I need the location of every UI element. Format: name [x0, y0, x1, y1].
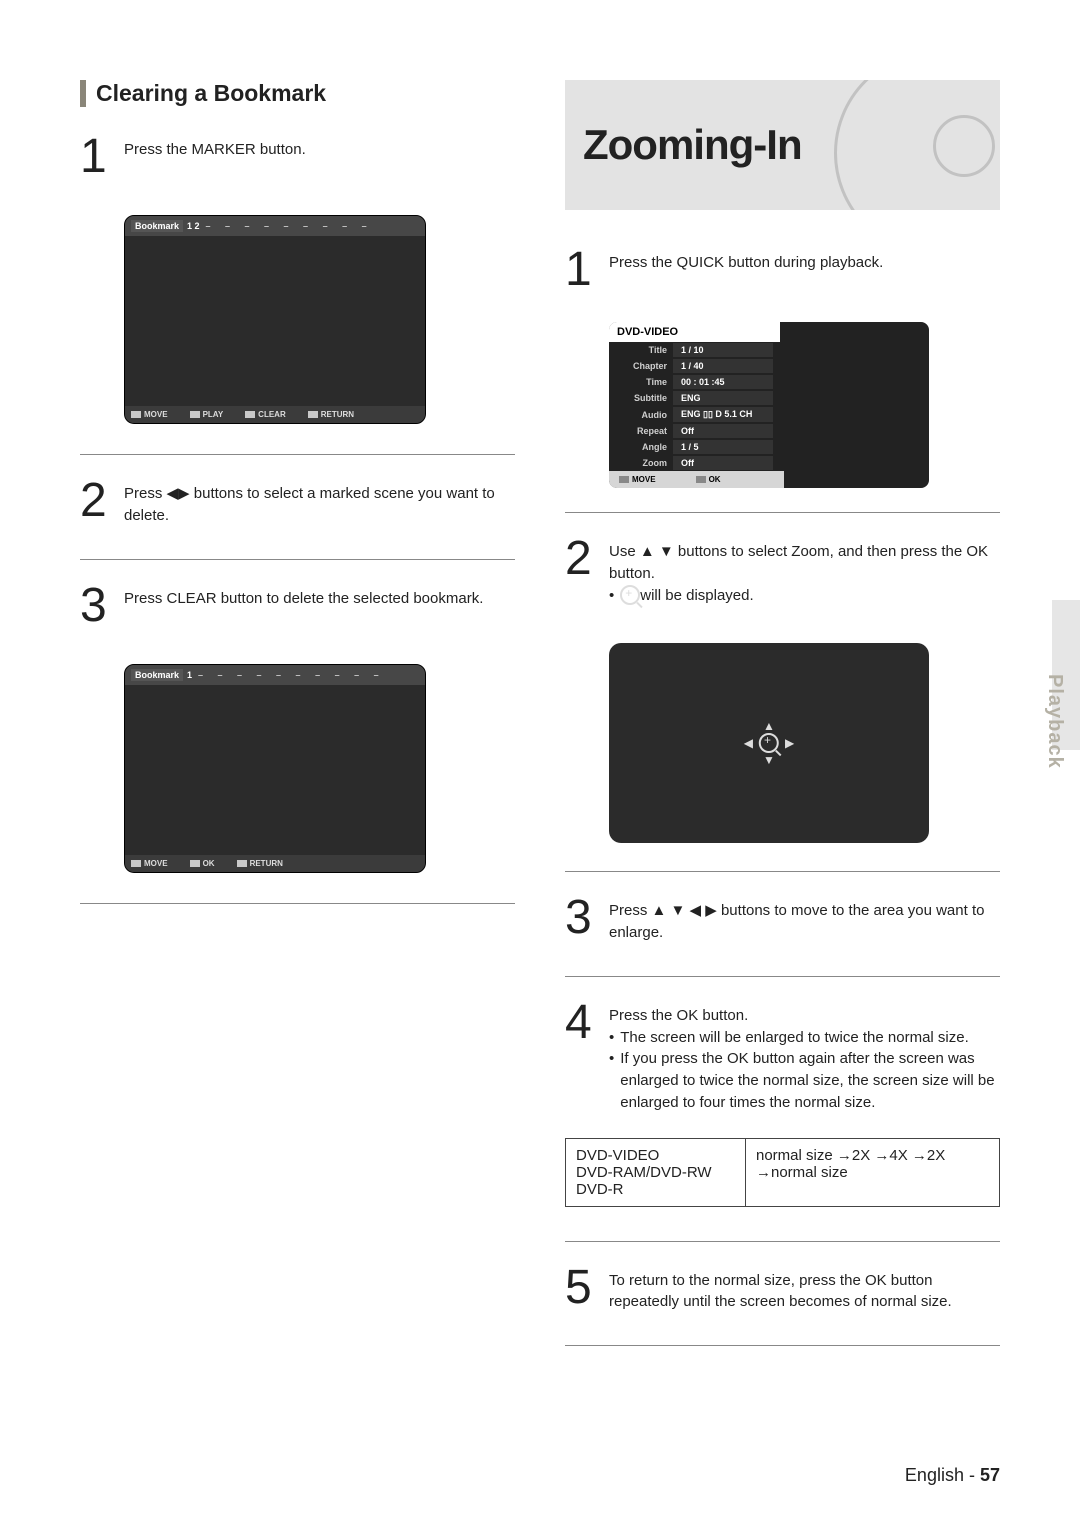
up-down-left-right-arrow-icon: ▲ ▼ ◀ ▶ — [652, 902, 717, 919]
step-number: 3 — [565, 894, 609, 942]
step-text: To return to the normal size, press the … — [609, 1264, 1000, 1314]
step-number: 2 — [80, 477, 124, 525]
left-step-3: 3 Press CLEAR button to delete the selec… — [80, 582, 515, 630]
divider — [565, 1241, 1000, 1242]
left-step-2: 2 Press ◀▶ buttons to select a marked sc… — [80, 477, 515, 527]
osd-bookmark-2: Bookmark 1 – – – – – – – – – – MOVE OK R… — [124, 664, 426, 873]
osd-bookmark-1: Bookmark 1 2 – – – – – – – – – MOVE PLAY… — [124, 215, 426, 424]
osd-empty-slots: – – – – – – – – – — [206, 221, 373, 231]
right-step-4: 4 Press the OK button. The screen will b… — [565, 999, 1000, 1114]
down-arrow-icon: ▼ — [744, 753, 794, 767]
divider — [565, 512, 1000, 513]
panel-hint: MOVE — [619, 475, 656, 484]
divider — [80, 454, 515, 455]
step-text: Press the OK button. The screen will be … — [609, 999, 1000, 1114]
right-step-5: 5 To return to the normal size, press th… — [565, 1264, 1000, 1314]
divider — [565, 1345, 1000, 1346]
step-number: 5 — [565, 1264, 609, 1312]
magnifier-icon — [620, 585, 640, 612]
left-right-arrow-icon: ◀▶ — [167, 485, 190, 502]
right-column: Zooming-In 1 Press the QUICK button duri… — [565, 80, 1000, 1486]
osd-hint: OK — [190, 859, 215, 868]
osd-label: Bookmark — [131, 669, 183, 681]
step-text: Press ▲ ▼ ◀ ▶ buttons to move to the are… — [609, 894, 1000, 944]
step-text: Press CLEAR button to delete the selecte… — [124, 582, 515, 610]
osd-hint: MOVE — [131, 410, 168, 419]
osd-slots: 1 2 — [187, 221, 200, 231]
section-tab-playback: Playback — [1052, 600, 1080, 750]
page-number: 57 — [980, 1465, 1000, 1485]
up-down-arrow-icon: ▲ ▼ — [640, 543, 674, 560]
step-number: 4 — [565, 999, 609, 1047]
divider — [80, 559, 515, 560]
left-arrow-icon: ◀ — [744, 736, 753, 750]
osd-hint: CLEAR — [245, 410, 286, 419]
osd-hint: MOVE — [131, 859, 168, 868]
section-title-clearing-bookmark: Clearing a Bookmark — [80, 80, 515, 107]
left-column: Clearing a Bookmark 1 Press the MARKER b… — [80, 80, 515, 1486]
divider — [565, 871, 1000, 872]
divider — [565, 976, 1000, 977]
osd-label: Bookmark — [131, 220, 183, 232]
right-step-1: 1 Press the QUICK button during playback… — [565, 246, 1000, 294]
osd-hint: PLAY — [190, 410, 224, 419]
osd-empty-slots: – – – – – – – – – – — [198, 670, 385, 680]
step-text: Press ◀▶ buttons to select a marked scen… — [124, 477, 515, 527]
left-step-1: 1 Press the MARKER button. — [80, 133, 515, 181]
step-text: Use ▲ ▼ buttons to select Zoom, and then… — [609, 535, 1000, 611]
step-number: 1 — [80, 133, 124, 181]
osd-slots: 1 — [187, 670, 192, 680]
zoom-illustration: ▲ ◀ ▶ ▼ — [609, 643, 929, 843]
table-left-cell: DVD-VIDEO DVD-RAM/DVD-RW DVD-R — [566, 1139, 746, 1206]
disc-icon — [834, 80, 1000, 210]
panel-title: DVD-VIDEO — [609, 322, 780, 342]
right-arrow-icon: ▶ — [785, 736, 794, 750]
step-number: 3 — [80, 582, 124, 630]
footer-language: English - — [905, 1465, 980, 1485]
magnifier-plus-icon — [759, 733, 779, 753]
step-number: 1 — [565, 246, 609, 294]
step-text: Press the QUICK button during playback. — [609, 246, 1000, 274]
step-text: Press the MARKER button. — [124, 133, 515, 161]
right-step-3: 3 Press ▲ ▼ ◀ ▶ buttons to move to the a… — [565, 894, 1000, 944]
banner-title: Zooming-In — [583, 121, 802, 169]
osd-hint: RETURN — [308, 410, 354, 419]
page-footer: English - 57 — [905, 1465, 1000, 1486]
step-number: 2 — [565, 535, 609, 583]
divider — [80, 903, 515, 904]
table-right-cell: normal size →2X →4X →2X →normal size — [746, 1139, 999, 1206]
up-arrow-icon: ▲ — [744, 719, 794, 733]
dvd-video-info-panel: DVD-VIDEO Title1 / 10 Chapter1 / 40 Time… — [609, 322, 929, 488]
right-step-2: 2 Use ▲ ▼ buttons to select Zoom, and th… — [565, 535, 1000, 611]
panel-hint: OK — [696, 475, 721, 484]
title-banner: Zooming-In — [565, 80, 1000, 210]
zoom-size-table: DVD-VIDEO DVD-RAM/DVD-RW DVD-R normal si… — [565, 1138, 1000, 1207]
osd-hint: RETURN — [237, 859, 283, 868]
